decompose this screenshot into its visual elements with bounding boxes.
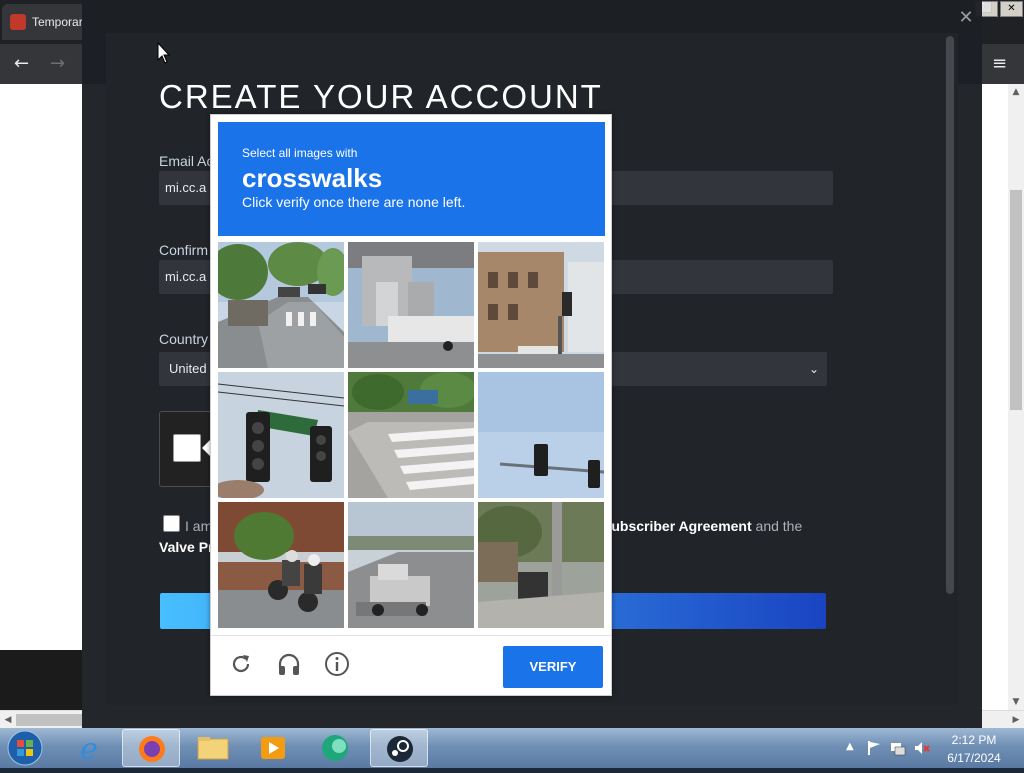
scroll-right-icon[interactable]: ▶ [1008, 711, 1024, 729]
captcha-tile[interactable] [478, 502, 604, 628]
captcha-tile[interactable] [478, 242, 604, 368]
tab-favicon-icon [10, 14, 26, 30]
clock-date[interactable]: 6/17/2024 [940, 751, 1008, 765]
browser-app-icon[interactable] [306, 729, 364, 767]
confirm-email-label: Confirm [159, 242, 209, 258]
agree-text: I am [185, 518, 213, 534]
media-player-icon[interactable] [244, 729, 302, 767]
network-icon[interactable] [890, 740, 906, 756]
close-window-button[interactable]: ✕ [1000, 1, 1023, 17]
info-icon[interactable] [323, 650, 351, 678]
subscriber-agreement-link[interactable]: Subscriber Agreement [602, 518, 752, 534]
captcha-tile-grid [218, 242, 606, 630]
agree-text-continued: Subscriber Agreement and the [602, 518, 802, 534]
reload-icon[interactable] [227, 650, 255, 678]
scroll-left-icon[interactable]: ◀ [0, 711, 16, 729]
audio-icon[interactable] [275, 650, 303, 678]
page-content-left [0, 84, 82, 650]
scroll-up-icon[interactable]: ▲ [1008, 84, 1024, 100]
scroll-thumb[interactable] [1010, 190, 1022, 410]
captcha-target: crosswalks [242, 163, 383, 193]
captcha-instruction: Select all images with [242, 146, 358, 160]
captcha-tile[interactable] [218, 502, 344, 628]
svg-text:e: e [80, 732, 98, 767]
privacy-policy-link[interactable]: Valve Pr [159, 539, 214, 555]
steam-icon[interactable] [370, 729, 428, 767]
email-label: Email Ac [159, 153, 214, 169]
clock-time[interactable]: 2:12 PM [946, 733, 1002, 747]
start-button[interactable] [4, 729, 46, 767]
captcha-pointer [202, 440, 210, 456]
taskbar: e ▲ [0, 728, 1024, 768]
volume-muted-icon[interactable] [914, 740, 930, 756]
tab-title: Temporar [32, 15, 83, 29]
windows-logo-icon [7, 730, 43, 766]
page-title: CREATE YOUR ACCOUNT [159, 78, 603, 115]
file-explorer-icon[interactable] [184, 729, 242, 767]
page-content-right [982, 84, 1008, 176]
mouse-cursor-icon [157, 42, 171, 64]
hscroll-thumb[interactable] [16, 714, 82, 726]
captcha-footer: VERIFY [211, 635, 611, 695]
country-label: Country [159, 331, 209, 347]
captcha-tile[interactable] [478, 372, 604, 498]
modal-scrollbar[interactable] [946, 36, 954, 594]
page-footer-dark [0, 650, 82, 710]
menu-icon[interactable]: ≡ [992, 52, 1007, 76]
vertical-scrollbar[interactable]: ▲ ▼ [1008, 84, 1024, 710]
agree-suffix: and the [755, 518, 803, 534]
show-hidden-icons-icon[interactable]: ▲ [846, 740, 854, 754]
captcha-tile[interactable] [348, 372, 474, 498]
scroll-down-icon[interactable]: ▼ [1008, 694, 1024, 710]
captcha-tile[interactable] [348, 502, 474, 628]
recaptcha-checkbox[interactable] [173, 434, 201, 462]
captcha-tile[interactable] [348, 242, 474, 368]
flag-icon[interactable] [866, 740, 882, 756]
country-value: United [169, 361, 207, 376]
captcha-tile[interactable] [218, 242, 344, 368]
captcha-tile[interactable] [218, 372, 344, 498]
captcha-header: Select all images with crosswalks Click … [218, 122, 605, 236]
captcha-challenge: Select all images with crosswalks Click … [210, 114, 612, 696]
internet-explorer-icon[interactable]: e [60, 729, 118, 767]
close-icon[interactable]: ✕ [954, 6, 978, 30]
firefox-icon[interactable] [122, 729, 180, 767]
captcha-hint: Click verify once there are none left. [242, 194, 466, 210]
verify-button[interactable]: VERIFY [503, 646, 603, 688]
forward-arrow-icon[interactable]: → [50, 52, 65, 76]
back-arrow-icon[interactable]: ← [14, 52, 29, 76]
browser-tab[interactable]: Temporar [2, 4, 92, 40]
agree-checkbox[interactable] [163, 515, 180, 532]
chevron-down-icon: ⌄ [808, 362, 819, 376]
